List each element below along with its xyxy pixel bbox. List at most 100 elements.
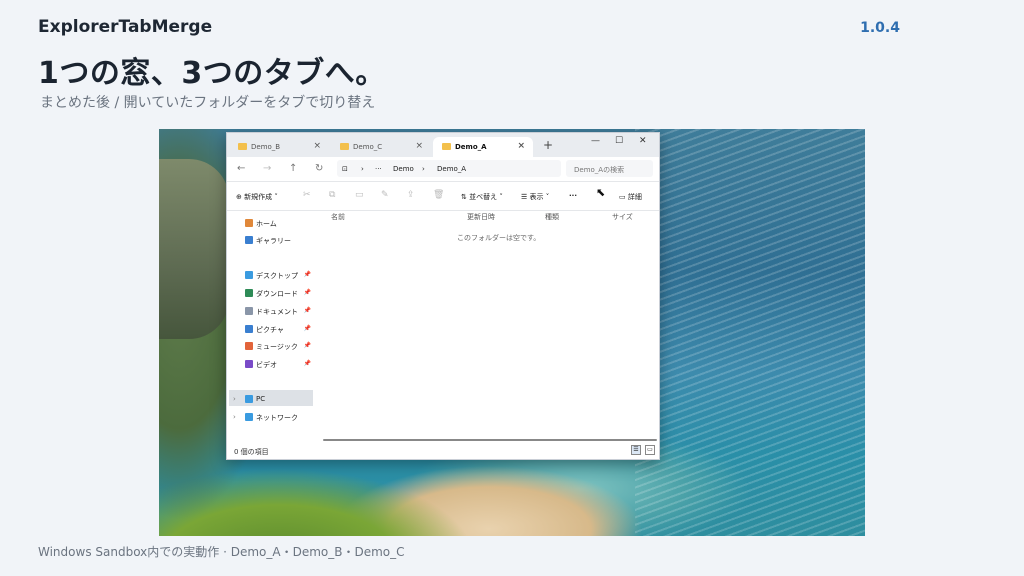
sidebar-item-network[interactable]: ネットワーク ›: [233, 410, 313, 424]
delete-icon[interactable]: 🗑: [433, 190, 444, 200]
close-tab-icon[interactable]: ×: [415, 141, 423, 151]
mouse-cursor-icon: ⬉: [596, 186, 606, 199]
back-icon[interactable]: ←: [237, 163, 245, 174]
empty-folder-message: このフォルダーは空です。: [457, 234, 541, 242]
sidebar-item-label: ピクチャ: [256, 326, 284, 334]
sidebar-item-home[interactable]: ホーム: [245, 216, 313, 230]
forward-icon[interactable]: →: [263, 163, 271, 174]
search-placeholder: Demo_Aの検索: [574, 166, 625, 174]
new-tab-button[interactable]: +: [543, 138, 553, 152]
status-item-count: 0 個の項目: [234, 448, 269, 456]
music-icon: [245, 342, 253, 350]
details-button[interactable]: ▭ 詳細: [619, 192, 642, 202]
breadcrumb-demo[interactable]: Demo: [393, 165, 414, 173]
pin-icon[interactable]: 📌: [304, 307, 311, 314]
page-title: 1つの窓、3つのタブへ。: [38, 56, 386, 91]
sidebar-item-music[interactable]: ミュージック 📌: [245, 339, 313, 353]
home-icon: [245, 219, 253, 227]
download-icon: [245, 289, 253, 297]
folder-icon: [238, 143, 247, 150]
view-button[interactable]: ☰ 表示 ˅: [521, 192, 549, 202]
gallery-icon: [245, 236, 253, 244]
pin-icon[interactable]: 📌: [304, 289, 311, 296]
share-icon[interactable]: ⇪: [407, 190, 415, 200]
sidebar-item-label: ギャラリー: [256, 237, 291, 245]
command-bar: ⊕ 新規作成 ˅ ✂ ⧉ ▭ ✎ ⇪ 🗑 ⇅ 並べ替え ˅ ☰ 表示 ˅ ···…: [227, 182, 659, 211]
new-label: 新規作成: [244, 193, 273, 201]
pin-icon[interactable]: 📌: [304, 271, 311, 278]
sidebar-item-label: デスクトップ: [256, 272, 298, 280]
up-icon[interactable]: ↑: [289, 163, 297, 174]
new-button[interactable]: ⊕ 新規作成 ˅: [236, 192, 278, 202]
rename-icon[interactable]: ✎: [381, 190, 389, 200]
expand-chevron-icon[interactable]: ›: [233, 413, 236, 421]
desktop-icon: [245, 271, 253, 279]
sidebar-item-label: ネットワーク: [256, 414, 298, 422]
search-input[interactable]: Demo_Aの検索: [566, 160, 653, 177]
tab-label: Demo_B: [251, 143, 281, 151]
wallpaper-sea: [635, 129, 865, 536]
tab-bar: Demo_B × Demo_C × Demo_A × + — ☐ ✕: [227, 133, 659, 157]
sidebar-item-label: ダウンロード: [256, 290, 298, 298]
sidebar-item-label: ビデオ: [256, 361, 277, 369]
sidebar-item-desktop[interactable]: デスクトップ 📌: [245, 268, 313, 282]
sidebar-item-label: ホーム: [256, 220, 277, 228]
pin-icon[interactable]: 📌: [304, 360, 311, 367]
folder-icon: [442, 143, 451, 150]
refresh-icon[interactable]: ↻: [315, 163, 323, 174]
sidebar-item-pc[interactable]: PC ›: [233, 392, 313, 406]
pc-icon[interactable]: ⊡: [342, 165, 348, 173]
tab-label: Demo_A: [455, 143, 487, 151]
sidebar-item-label: PC: [256, 395, 266, 403]
document-icon: [245, 307, 253, 315]
pin-icon[interactable]: 📌: [304, 342, 311, 349]
file-explorer-window: Demo_B × Demo_C × Demo_A × + — ☐ ✕ ← → ↑…: [226, 132, 660, 460]
expand-chevron-icon[interactable]: ›: [233, 395, 236, 403]
sidebar-item-download[interactable]: ダウンロード 📌: [245, 286, 313, 300]
overflow-icon[interactable]: ···: [375, 165, 382, 173]
view-label: 表示: [529, 193, 544, 201]
tab-demo-c[interactable]: Demo_C ×: [331, 137, 431, 157]
column-header-type[interactable]: 種類: [545, 212, 559, 222]
close-tab-icon[interactable]: ×: [313, 141, 321, 151]
page-subtitle: まとめた後 / 開いていたフォルダーをタブで切り替え: [40, 95, 376, 111]
details-label: 詳細: [627, 193, 642, 201]
network-icon: [245, 413, 253, 421]
footer-caption: Windows Sandbox内での実動作 · Demo_A・Demo_B・De…: [38, 545, 405, 559]
tiles-view-button[interactable]: ▭: [645, 445, 655, 455]
horizontal-scrollbar[interactable]: [323, 439, 657, 441]
breadcrumb-demo-a[interactable]: Demo_A: [437, 165, 466, 173]
address-bar: ← → ↑ ↻ ⊡ › ··· Demo › Demo_A Demo_Aの検索: [227, 157, 659, 182]
column-header-name[interactable]: 名前: [331, 212, 345, 222]
navigation-pane: ホーム ギャラリー デスクトップ 📌 ダウンロード 📌 ドキュメント 📌 ピクチャ 📌 ミュージック…: [227, 210, 313, 445]
close-tab-icon[interactable]: ×: [517, 141, 525, 151]
chevron-right-icon: ›: [361, 165, 364, 173]
sidebar-item-label: ドキュメント: [256, 308, 298, 316]
sidebar-item-gallery[interactable]: ギャラリー: [245, 233, 313, 247]
chevron-right-icon: ›: [422, 165, 425, 173]
copy-icon[interactable]: ⧉: [329, 190, 335, 200]
folder-icon: [340, 143, 349, 150]
more-options-button[interactable]: ···: [569, 192, 577, 200]
column-header-size[interactable]: サイズ: [612, 212, 633, 222]
tab-demo-b[interactable]: Demo_B ×: [229, 137, 329, 157]
cut-icon[interactable]: ✂: [303, 190, 311, 200]
close-window-button[interactable]: ✕: [639, 136, 647, 146]
sidebar-item-video[interactable]: ビデオ 📌: [245, 357, 313, 371]
screenshot-frame: Demo_B × Demo_C × Demo_A × + — ☐ ✕ ← → ↑…: [159, 129, 865, 536]
breadcrumb[interactable]: ⊡ › ··· Demo › Demo_A: [337, 160, 561, 177]
tab-demo-a[interactable]: Demo_A ×: [433, 137, 533, 157]
pin-icon[interactable]: 📌: [304, 325, 311, 332]
sort-button[interactable]: ⇅ 並べ替え ˅: [461, 192, 503, 202]
app-name: ExplorerTabMerge: [38, 17, 213, 37]
minimize-button[interactable]: —: [591, 136, 600, 146]
version-badge: 1.0.4: [860, 20, 900, 36]
maximize-button[interactable]: ☐: [615, 136, 623, 146]
wallpaper-cliff: [159, 159, 229, 339]
sidebar-item-document[interactable]: ドキュメント 📌: [245, 304, 313, 318]
column-header-date[interactable]: 更新日時: [467, 212, 495, 222]
pc-icon: [245, 395, 253, 403]
details-view-button[interactable]: ☰: [631, 445, 641, 455]
paste-icon[interactable]: ▭: [355, 190, 364, 200]
sidebar-item-pictures[interactable]: ピクチャ 📌: [245, 322, 313, 336]
